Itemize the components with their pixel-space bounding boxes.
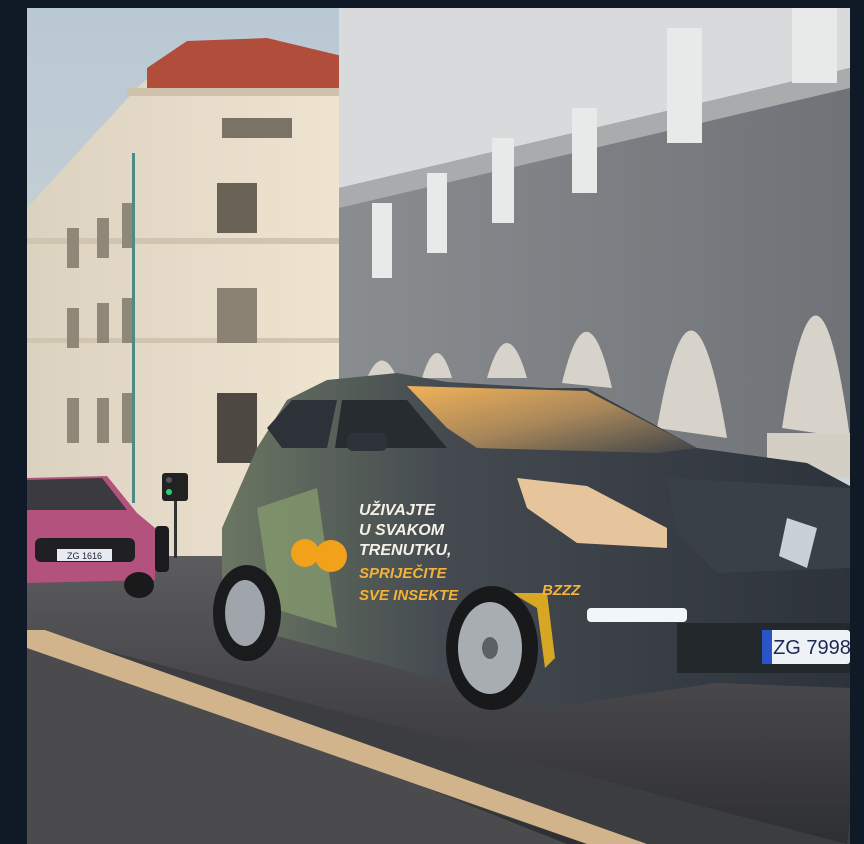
street-photo: ZG 1616 ZG 7998 UŽIVAJTE U SVAKOM TRENUT… — [27, 8, 850, 844]
wrap-slogan-line-1: UŽIVAJTE — [359, 500, 436, 519]
wrap-slogan-line-5: SVE INSEKTE — [359, 587, 459, 604]
renault-plate-text: ZG 7998 — [773, 637, 850, 659]
mini-plate-text: ZG 1616 — [67, 551, 102, 561]
wrap-badge: BZZZ — [542, 582, 581, 599]
wrap-slogan-line-3: TRENUTKU, — [359, 542, 451, 559]
wrap-slogan-line-2: U SVAKOM — [359, 522, 445, 539]
wrap-slogan-line-4: SPRIJEČITE — [359, 564, 448, 582]
